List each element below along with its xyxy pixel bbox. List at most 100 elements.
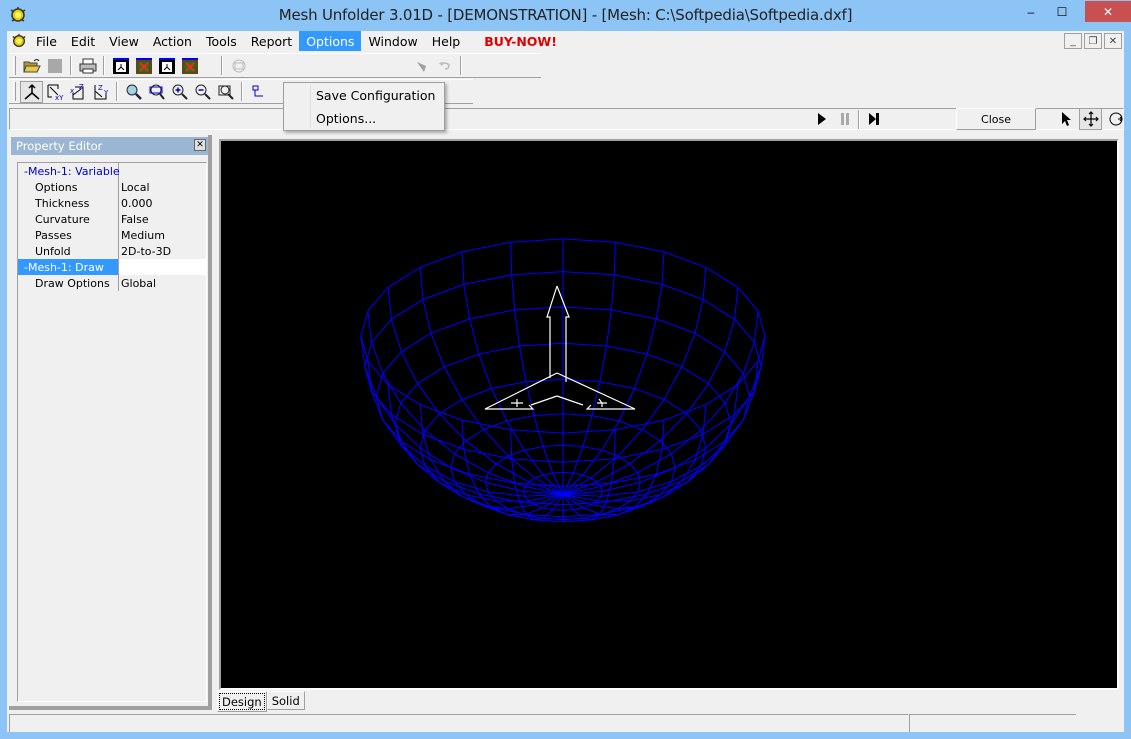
menu-item-save-configuration[interactable]: Save Configuration [284,84,444,106]
print-button[interactable] [76,55,99,77]
menu-help[interactable]: Help [425,31,468,51]
view-xz-button[interactable]: xZ [66,81,89,103]
property-row[interactable]: Draw Options Global [18,275,206,291]
zoom-window-icon [149,84,165,100]
save-icon [47,58,62,73]
property-row[interactable]: Curvature False [18,211,206,227]
open-button[interactable] [20,55,43,77]
menu-action[interactable]: Action [146,31,199,51]
save-button[interactable] [43,55,66,77]
zoom-out-icon [195,84,211,100]
rotate-mode-button[interactable] [1104,108,1127,130]
property-editor-panel: Property Editor ✕ -Mesh-1: Variable Opti… [9,135,212,710]
maximize-button[interactable]: ☐ [1047,1,1077,22]
play-button[interactable] [810,108,833,130]
pause-button[interactable] [833,108,856,130]
menu-edit[interactable]: Edit [64,31,102,51]
property-key: Unfold [18,243,119,259]
step-button[interactable] [862,108,885,130]
tool-mode-controls [1054,108,1127,130]
mesh-meridian-line [562,287,739,495]
hierarchy-icon [252,85,263,96]
hierarchy-button[interactable] [247,81,270,103]
property-row[interactable]: Options Local [18,179,206,195]
mesh-meridian-line [387,287,564,495]
menu-tools[interactable]: Tools [199,31,244,51]
pause-icon [840,113,849,125]
undo-icon [438,61,450,70]
property-value[interactable]: Medium [119,227,206,243]
pointer-icon [1061,112,1071,126]
close-command-button[interactable]: Close [956,108,1036,130]
mdi-close-button[interactable]: ✕ [1104,33,1122,49]
play-icon [817,113,826,125]
property-key: -Mesh-1: Variable [18,163,120,179]
property-key: Options [18,179,119,195]
export-3d-button[interactable] [155,55,178,77]
export-2d-button[interactable] [109,55,132,77]
view-zy-button[interactable]: ZY [89,81,112,103]
property-row[interactable]: Unfold 2D-to-3D [18,243,206,259]
property-value[interactable]: Local [119,179,206,195]
zoom-window-button[interactable] [145,81,168,103]
title-bar[interactable]: Mesh Unfolder 3.01D - [DEMONSTRATION] - … [0,0,1131,31]
client-area: File Edit View Action Tools Report Optio… [7,31,1124,732]
rotate-icon [1109,112,1123,126]
tab-design[interactable]: Design [217,691,267,712]
mdi-restore-button[interactable]: ❐ [1084,33,1102,49]
menu-bar: File Edit View Action Tools Report Optio… [7,31,1124,51]
close-window-button[interactable]: ✕ [1085,1,1131,22]
toolbar-grip[interactable] [13,82,16,101]
mesh-canvas[interactable] [221,141,1117,688]
zoom-extents-button[interactable] [214,81,237,103]
property-value[interactable]: 0.000 [119,195,206,211]
property-value [119,259,206,275]
minimize-button[interactable]: – [1016,1,1046,22]
app-window: Mesh Unfolder 3.01D - [DEMONSTRATION] - … [0,0,1131,739]
toolbar-grip[interactable] [13,56,16,75]
property-group-row[interactable]: -Mesh-1: Draw [18,259,206,275]
property-key: Thickness [18,195,119,211]
view-xz-icon: xZ [70,83,84,99]
menu-options[interactable]: Options [299,31,362,51]
move-mode-button[interactable] [1079,108,1102,130]
export-2d-red-button[interactable] [132,55,155,77]
property-value[interactable]: Global [119,275,206,291]
close-icon: ✕ [1102,4,1114,19]
export-3d-red-icon [181,57,198,74]
property-editor-close-button[interactable]: ✕ [194,139,206,151]
select-mode-button[interactable] [1054,108,1077,130]
zoom-out-button[interactable] [191,81,214,103]
property-group-row[interactable]: -Mesh-1: Variable [18,163,206,179]
mesh-shape-icon [232,59,245,72]
menu-report[interactable]: Report [244,31,299,51]
flag-icon [416,61,426,72]
options-dropdown-menu: Save Configuration Options... [283,82,445,131]
3d-viewport[interactable] [219,139,1119,690]
property-value[interactable]: 2D-to-3D [119,243,206,259]
property-row[interactable]: Thickness 0.000 [18,195,206,211]
flag-button[interactable] [410,55,433,77]
zoom-in-button[interactable] [168,81,191,103]
export-3d-red-button[interactable] [178,55,201,77]
property-value[interactable]: False [119,211,206,227]
document-menu-icon[interactable] [9,31,29,51]
property-key: Passes [18,227,119,243]
menu-file[interactable]: File [29,31,64,51]
menu-window[interactable]: Window [361,31,424,51]
export-2d-icon [112,57,129,74]
disabled-tool-button[interactable] [227,55,250,77]
menu-view[interactable]: View [102,31,146,51]
menu-item-options[interactable]: Options... [284,107,444,129]
undo-button[interactable] [433,55,456,77]
print-icon [79,58,96,73]
property-row[interactable]: Passes Medium [18,227,206,243]
view-axes-button[interactable] [20,80,43,103]
view-xy-button[interactable]: xY [43,81,66,103]
gizmo-y-label [597,398,607,407]
zoom-button[interactable] [122,81,145,103]
maximize-icon: ☐ [1056,4,1068,19]
mdi-minimize-button[interactable]: _ [1064,33,1082,49]
buy-now-link[interactable]: BUY-NOW! [477,31,564,51]
tab-solid[interactable]: Solid [266,691,305,710]
